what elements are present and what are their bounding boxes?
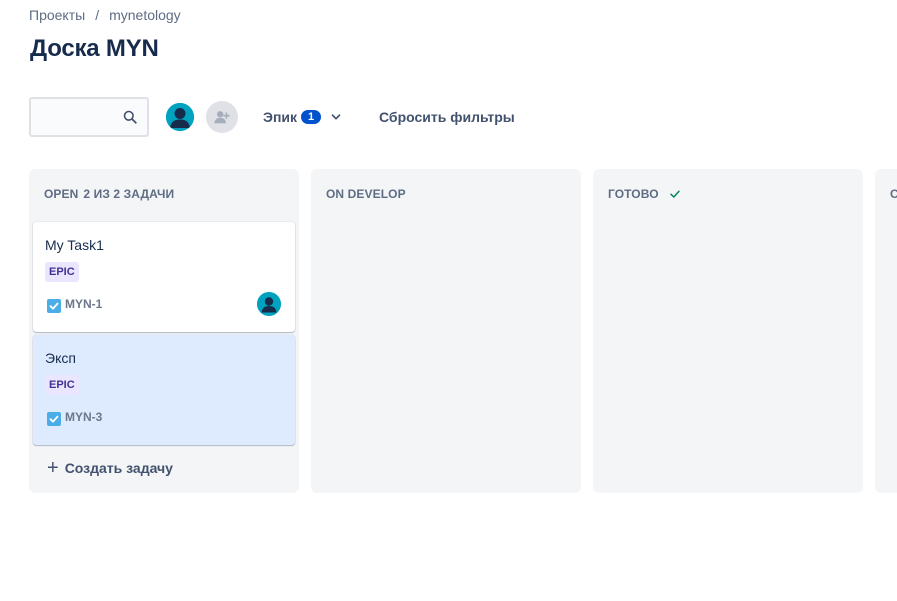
issue-key[interactable]: MYN-3: [65, 410, 102, 424]
column-title: С: [890, 187, 897, 201]
add-user-icon: [214, 111, 230, 124]
check-icon: [669, 190, 680, 198]
column-title: ON DEVELOP: [326, 187, 406, 201]
issue-card[interactable]: My Task1 EPIC MYN-1: [33, 222, 295, 332]
user-avatar-icon: [257, 292, 281, 316]
search-icon: [123, 110, 137, 124]
column-title: OPEN: [44, 187, 79, 201]
board: OPEN 2 ИЗ 2 ЗАДАЧИ My Task1 EPIC MYN-1 Э…: [29, 169, 897, 493]
breadcrumb-projects[interactable]: Проекты: [29, 7, 85, 23]
page-title: Доска MYN: [30, 35, 159, 62]
task-type-icon: [47, 299, 61, 313]
add-people-button[interactable]: [206, 101, 238, 133]
column-header: ON DEVELOP: [326, 187, 406, 201]
avatar-filter[interactable]: [164, 101, 196, 133]
epic-filter-count-badge: 1: [301, 110, 322, 124]
search-input[interactable]: [29, 97, 149, 137]
column-title: ГОТОВО: [608, 187, 659, 201]
breadcrumb-separator: /: [95, 7, 100, 23]
reset-filters-button[interactable]: Сбросить фильтры: [373, 105, 521, 129]
epic-lozenge: EPIC: [45, 375, 79, 395]
column-header: ГОТОВО: [608, 187, 681, 201]
create-issue-label: Создать задачу: [64, 460, 173, 476]
chevron-down-icon: [331, 114, 341, 120]
issue-summary: Эксп: [45, 350, 76, 366]
breadcrumb-project[interactable]: mynetology: [109, 7, 181, 23]
plus-icon: +: [47, 457, 59, 479]
column-issue-count: 2 ИЗ 2 ЗАДАЧИ: [83, 187, 175, 201]
epic-filter-dropdown[interactable]: Эпик 1: [257, 105, 347, 129]
filter-toolbar: Эпик 1 Сбросить фильтры: [29, 97, 889, 137]
column-open: OPEN 2 ИЗ 2 ЗАДАЧИ My Task1 EPIC MYN-1 Э…: [29, 169, 299, 493]
column-on-develop: ON DEVELOP: [311, 169, 581, 493]
epic-lozenge: EPIC: [45, 262, 79, 282]
column-header: С: [890, 187, 897, 201]
column-partial: С: [875, 169, 897, 493]
user-avatar-icon: [166, 103, 194, 131]
issue-key[interactable]: MYN-1: [65, 297, 102, 311]
issue-summary: My Task1: [45, 237, 104, 253]
issue-card[interactable]: Эксп EPIC MYN-3: [33, 335, 295, 445]
assignee-avatar[interactable]: [257, 292, 281, 316]
breadcrumb: Проекты / mynetology: [29, 7, 181, 23]
column-done: ГОТОВО: [593, 169, 863, 493]
task-type-icon: [47, 412, 61, 426]
epic-filter-label: Эпик: [263, 109, 298, 125]
create-issue-button[interactable]: + Создать задачу: [47, 458, 173, 478]
column-header: OPEN 2 ИЗ 2 ЗАДАЧИ: [44, 187, 174, 201]
